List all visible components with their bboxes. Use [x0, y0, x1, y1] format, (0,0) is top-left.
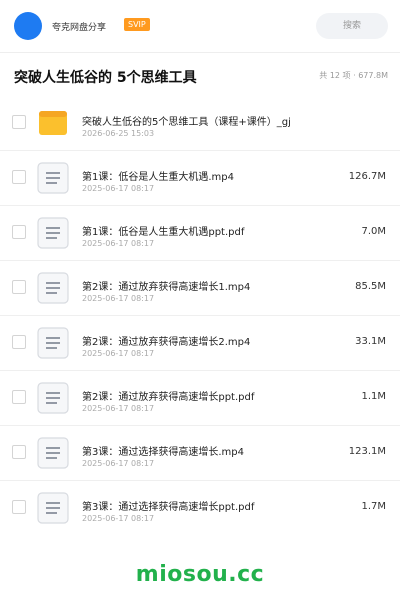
file-size: 85.5M — [355, 281, 386, 292]
file-list: 突破人生低谷的5个思维工具（课程+课件）_gj 2026-06-25 15:03… — [0, 96, 400, 535]
file-date: 2025-06-17 08:17 — [82, 459, 155, 468]
file-size: 126.7M — [348, 171, 386, 182]
file-date: 2025-06-17 08:17 — [82, 239, 155, 248]
folder-icon — [39, 111, 67, 135]
page-header: 突破人生低谷的 5个思维工具 共 12 项 · 677.8M — [0, 53, 400, 97]
row-checkbox[interactable] — [12, 500, 26, 514]
file-icon — [37, 217, 69, 249]
list-item[interactable]: 第3课：通过选择获得高速增长.mp4 2025-06-17 08:17 123.… — [0, 426, 400, 481]
file-icon — [37, 162, 69, 194]
list-item[interactable]: 突破人生低谷的5个思维工具（课程+课件）_gj 2026-06-25 15:03 — [0, 96, 400, 151]
file-icon — [37, 272, 69, 304]
row-checkbox[interactable] — [12, 280, 26, 294]
file-name: 第3课：通过选择获得高速增长.mp4 — [82, 447, 244, 458]
file-icon — [37, 382, 69, 414]
file-name: 第2课：通过放弃获得高速增长ppt.pdf — [82, 392, 255, 403]
row-checkbox[interactable] — [12, 390, 26, 404]
search-input[interactable]: 搜索 — [316, 13, 388, 39]
row-checkbox[interactable] — [12, 115, 26, 129]
file-name: 第2课：通过放弃获得高速增长1.mp4 — [82, 282, 251, 293]
file-name: 突破人生低谷的5个思维工具（课程+课件）_gj — [82, 117, 291, 128]
list-item[interactable]: 第3课：通过选择获得高速增长ppt.pdf 2025-06-17 08:17 1… — [0, 481, 400, 535]
avatar[interactable] — [14, 12, 42, 40]
file-icon — [37, 327, 69, 359]
file-date: 2025-06-17 08:17 — [82, 404, 155, 413]
file-size: 7.0M — [361, 226, 386, 237]
list-item[interactable]: 第2课：通过放弃获得高速增长1.mp4 2025-06-17 08:17 85.… — [0, 261, 400, 316]
file-date: 2025-06-17 08:17 — [82, 514, 155, 523]
row-checkbox[interactable] — [12, 335, 26, 349]
file-icon — [37, 437, 69, 469]
file-size: 33.1M — [355, 336, 386, 347]
list-item[interactable]: 第2课：通过放弃获得高速增长2.mp4 2025-06-17 08:17 33.… — [0, 316, 400, 371]
file-date: 2026-06-25 15:03 — [82, 129, 155, 138]
list-item[interactable]: 第2课：通过放弃获得高速增长ppt.pdf 2025-06-17 08:17 1… — [0, 371, 400, 426]
file-size: 1.1M — [361, 391, 386, 402]
svip-badge: SVIP — [124, 18, 150, 31]
file-size: 123.1M — [348, 446, 386, 457]
file-name: 第3课：通过选择获得高速增长ppt.pdf — [82, 502, 255, 513]
user-name: 夸克网盘分享 — [52, 23, 107, 33]
file-name: 第1课：低谷是人生重大机遇.mp4 — [82, 172, 234, 183]
list-item[interactable]: 第1课：低谷是人生重大机遇ppt.pdf 2025-06-17 08:17 7.… — [0, 206, 400, 261]
row-checkbox[interactable] — [12, 445, 26, 459]
file-name: 第1课：低谷是人生重大机遇ppt.pdf — [82, 227, 245, 238]
file-count-summary: 共 12 项 · 677.8M — [319, 71, 388, 80]
file-date: 2025-06-17 08:17 — [82, 294, 155, 303]
file-name: 第2课：通过放弃获得高速增长2.mp4 — [82, 337, 251, 348]
row-checkbox[interactable] — [12, 170, 26, 184]
list-item[interactable]: 第1课：低谷是人生重大机遇.mp4 2025-06-17 08:17 126.7… — [0, 151, 400, 206]
file-icon — [37, 492, 69, 524]
row-checkbox[interactable] — [12, 225, 26, 239]
file-size: 1.7M — [361, 501, 386, 512]
file-date: 2025-06-17 08:17 — [82, 184, 155, 193]
watermark: miosou.cc — [135, 562, 265, 587]
top-bar: 夸克网盘分享 SVIP 搜索 — [0, 0, 400, 53]
page-title: 突破人生低谷的 5个思维工具 — [14, 70, 197, 86]
file-date: 2025-06-17 08:17 — [82, 349, 155, 358]
